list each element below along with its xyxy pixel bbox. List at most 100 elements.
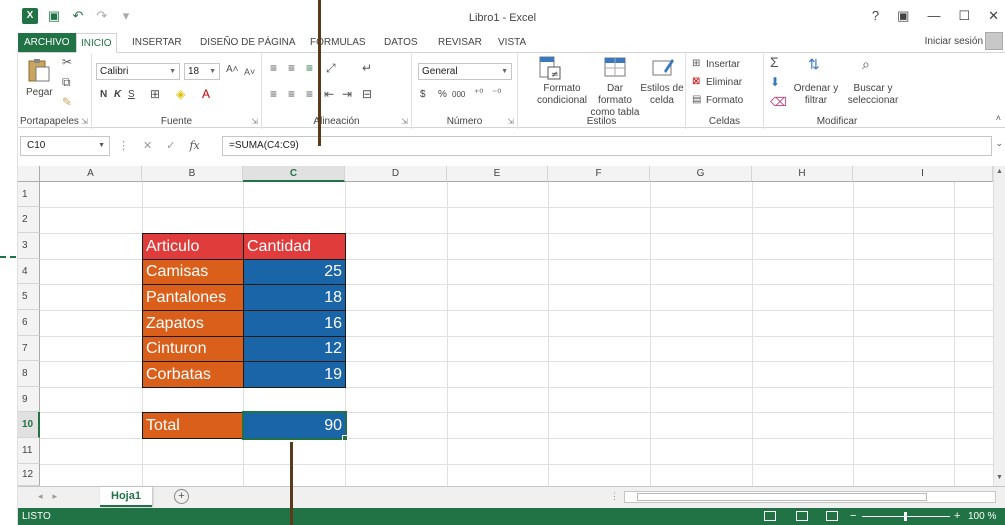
- insert-function-icon[interactable]: fx: [189, 139, 199, 152]
- row-header-8[interactable]: 8: [18, 361, 40, 387]
- align-center-icon[interactable]: ≡: [288, 87, 295, 101]
- column-header-b[interactable]: B: [142, 166, 243, 182]
- tab-datos[interactable]: DATOS: [380, 33, 422, 53]
- number-format-combo[interactable]: General ▼: [418, 63, 512, 80]
- tab-archivo[interactable]: ARCHIVO: [18, 33, 76, 53]
- name-box[interactable]: C10 ▼: [20, 136, 110, 156]
- tab-insertar[interactable]: INSERTAR: [128, 33, 186, 53]
- article-cell[interactable]: Cinturon: [142, 336, 244, 362]
- quantity-cell[interactable]: 25: [243, 259, 346, 285]
- font-color-icon[interactable]: A: [202, 87, 210, 101]
- borders-icon[interactable]: ⊞: [150, 87, 160, 101]
- row-header-4[interactable]: 4: [18, 259, 40, 284]
- column-header-f[interactable]: F: [548, 166, 650, 182]
- column-header-d[interactable]: D: [345, 166, 447, 182]
- zoom-slider-knob[interactable]: [904, 512, 907, 521]
- format-as-table-icon[interactable]: [602, 55, 628, 81]
- tab-vista[interactable]: VISTA: [494, 33, 530, 53]
- cell-styles-icon[interactable]: [650, 55, 676, 81]
- quantity-cell[interactable]: 12: [243, 336, 346, 362]
- format-as-table-button[interactable]: Dar formato como tabla: [590, 83, 640, 119]
- align-right-icon[interactable]: ≡: [306, 87, 313, 101]
- sheet-nav-arrows[interactable]: ◂▸: [38, 491, 67, 502]
- currency-button[interactable]: $: [420, 89, 426, 100]
- insert-cells-icon[interactable]: ⊞: [692, 57, 700, 71]
- cell-styles-button[interactable]: Estilos de celda: [640, 83, 684, 107]
- conditional-format-button[interactable]: Formato condicional: [532, 83, 592, 107]
- zoom-out-icon[interactable]: −: [850, 510, 856, 522]
- quantity-cell[interactable]: 19: [243, 361, 346, 388]
- tab-diseno-pagina[interactable]: DISEÑO DE PÁGINA: [196, 33, 300, 53]
- font-name-combo[interactable]: Calibri ▼: [96, 63, 180, 80]
- shrink-font-icon[interactable]: A˅: [244, 65, 255, 79]
- tab-formulas[interactable]: FÓRMULAS: [306, 33, 370, 53]
- close-button[interactable]: ✕: [988, 8, 999, 24]
- worksheet-grid[interactable]: A B C D E F G H I 1 2 3 4 5 6 7 8 9 10 1…: [18, 166, 1005, 486]
- scroll-down-icon[interactable]: ▼: [994, 474, 1005, 481]
- delete-cells-icon[interactable]: ⊠: [692, 75, 700, 89]
- row-header-11[interactable]: 11: [18, 438, 40, 464]
- percent-button[interactable]: %: [438, 89, 447, 100]
- column-header-i[interactable]: I: [853, 166, 993, 182]
- insert-button[interactable]: Insertar: [706, 59, 740, 70]
- article-cell[interactable]: Pantalones: [142, 284, 244, 311]
- align-left-icon[interactable]: ≡: [270, 87, 277, 101]
- align-middle-icon[interactable]: ≡: [288, 61, 295, 75]
- minimize-button[interactable]: —: [927, 8, 940, 24]
- signin-link[interactable]: Iniciar sesión: [925, 36, 983, 47]
- horizontal-scroll-thumb[interactable]: [637, 493, 927, 501]
- increase-indent-icon[interactable]: ⇥: [342, 87, 352, 101]
- vertical-scrollbar[interactable]: ▲ ▼: [993, 166, 1005, 486]
- ribbon-display-button[interactable]: ▣: [897, 8, 909, 24]
- conditional-format-icon[interactable]: ≠: [536, 55, 562, 81]
- clear-icon[interactable]: ⌫: [770, 95, 787, 109]
- align-bottom-icon[interactable]: ≡: [306, 61, 313, 75]
- split-handle-icon[interactable]: ⋮: [610, 491, 619, 502]
- delete-button[interactable]: Eliminar: [706, 77, 742, 88]
- decrease-indent-icon[interactable]: ⇤: [324, 87, 334, 101]
- format-painter-icon[interactable]: ✎: [62, 95, 72, 109]
- normal-view-icon[interactable]: [764, 511, 776, 521]
- fill-icon[interactable]: ⬇: [770, 75, 780, 89]
- row-header-9[interactable]: 9: [18, 387, 40, 412]
- fill-color-icon[interactable]: ◈: [176, 87, 185, 101]
- row-header-7[interactable]: 7: [18, 336, 40, 361]
- find-select-button[interactable]: Buscar y seleccionar: [842, 83, 904, 107]
- header-cell-articulo[interactable]: Articulo: [142, 233, 244, 260]
- row-header-10[interactable]: 10: [18, 412, 40, 438]
- format-cells-icon[interactable]: ▤: [692, 93, 701, 107]
- decrease-decimal-icon[interactable]: ⁻⁰: [492, 87, 501, 101]
- column-header-a[interactable]: A: [40, 166, 142, 182]
- tab-inicio[interactable]: INICIO: [76, 33, 117, 53]
- sort-filter-button[interactable]: Ordenar y filtrar: [792, 83, 840, 107]
- thousands-button[interactable]: 000: [452, 90, 465, 99]
- paste-button-label[interactable]: Pegar: [26, 87, 53, 98]
- zoom-level[interactable]: 100 %: [968, 511, 996, 522]
- help-button[interactable]: ?: [872, 8, 879, 24]
- maximize-button[interactable]: ☐: [958, 8, 970, 24]
- bold-button[interactable]: N: [100, 89, 107, 100]
- wrap-text-icon[interactable]: ↵: [362, 61, 372, 75]
- portapapeles-launcher-icon[interactable]: ⇲: [81, 117, 88, 126]
- sheet-tab-hoja1[interactable]: Hoja1: [100, 487, 152, 507]
- underline-button[interactable]: S: [128, 89, 135, 100]
- grow-font-icon[interactable]: A˄: [226, 63, 239, 77]
- column-header-c[interactable]: C: [243, 166, 345, 182]
- sort-filter-icon[interactable]: ⇅: [808, 57, 820, 71]
- row-header-12[interactable]: 12: [18, 464, 40, 486]
- fill-handle[interactable]: [342, 435, 348, 441]
- formula-input[interactable]: =SUMA(C4:C9): [222, 136, 992, 156]
- row-header-1[interactable]: 1: [18, 182, 40, 207]
- quantity-cell[interactable]: 16: [243, 310, 346, 337]
- tab-revisar[interactable]: REVISAR: [434, 33, 486, 53]
- increase-decimal-icon[interactable]: ⁺⁰: [474, 87, 483, 101]
- header-cell-cantidad[interactable]: Cantidad: [243, 233, 346, 260]
- column-header-h[interactable]: H: [752, 166, 853, 182]
- font-size-combo[interactable]: 18 ▼: [184, 63, 220, 80]
- row-header-2[interactable]: 2: [18, 207, 40, 233]
- more-options-icon[interactable]: ⋮: [118, 139, 129, 152]
- column-header-g[interactable]: G: [650, 166, 752, 182]
- paste-icon[interactable]: [26, 57, 52, 83]
- row-header-3[interactable]: 3: [18, 233, 40, 259]
- article-cell[interactable]: Camisas: [142, 259, 244, 285]
